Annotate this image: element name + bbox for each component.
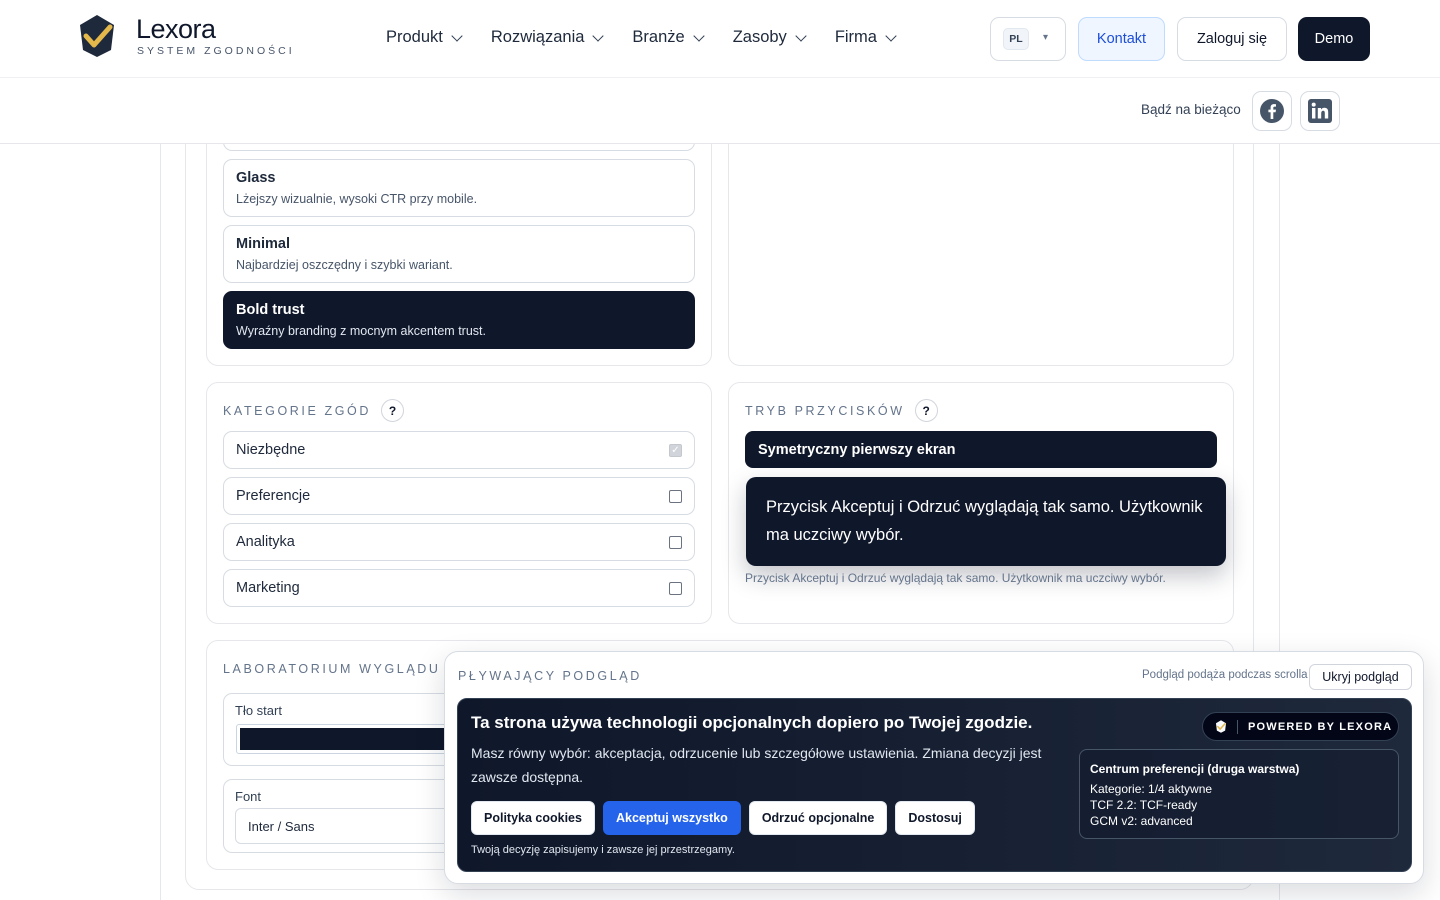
chevron-down-icon xyxy=(885,29,897,42)
floating-follow-note: Podgląd podąża podczas scrolla xyxy=(1142,669,1308,681)
language-select[interactable]: PL ▾ xyxy=(990,17,1066,61)
stay-updated-bar: Bądź na bieżąco xyxy=(0,78,1440,144)
customize-button[interactable]: Dostosuj xyxy=(895,801,975,835)
category-row-analytics[interactable]: Analityka xyxy=(223,523,695,561)
category-label: Analityka xyxy=(236,534,295,550)
facebook-icon xyxy=(1260,99,1284,123)
linkedin-button[interactable] xyxy=(1300,91,1340,131)
help-icon[interactable]: ? xyxy=(914,399,938,422)
badge-separator xyxy=(1237,719,1238,734)
category-label: Preferencje xyxy=(236,488,311,504)
style-option-desc: Najbardziej oszczędny i szybki wariant. xyxy=(236,258,453,272)
caret-down-icon: ▾ xyxy=(1043,32,1049,43)
style-option-title: Bold trust xyxy=(236,302,305,318)
bg-start-color-picker[interactable] xyxy=(236,724,456,754)
button-mode-tooltip: Przycisk Akceptuj i Odrzuć wyglądają tak… xyxy=(746,477,1226,566)
demo-button[interactable]: Demo xyxy=(1298,17,1370,61)
category-row-marketing[interactable]: Marketing xyxy=(223,569,695,607)
category-row-necessary[interactable]: Niezbędne ✓ xyxy=(223,431,695,469)
category-checkbox[interactable] xyxy=(669,581,682,595)
category-checkbox-locked: ✓ xyxy=(669,443,682,457)
categories-label-text: KATEGORIE ZGÓD xyxy=(223,403,371,418)
pref-title: Centrum preferencji (druga warstwa) xyxy=(1090,762,1300,776)
style-option-minimal[interactable]: Minimal Najbardziej oszczędny i szybki w… xyxy=(223,225,695,283)
pref-gcm: GCM v2: advanced xyxy=(1090,814,1193,828)
button-mode-label-text: TRYB PRZYCISKÓW xyxy=(745,403,905,418)
categories-label: KATEGORIE ZGÓD ? xyxy=(223,399,404,422)
reject-optional-button[interactable]: Odrzuć opcjonalne xyxy=(748,801,888,835)
font-select[interactable]: Inter / Sans xyxy=(235,808,455,844)
bg-start-label: Tło start xyxy=(235,703,282,718)
style-option-title: Minimal xyxy=(236,236,290,252)
category-label: Marketing xyxy=(236,580,300,596)
banner-note: Twoją decyzję zapisujemy i zawsze jej pr… xyxy=(471,844,735,856)
contact-button[interactable]: Kontakt xyxy=(1078,17,1165,61)
lab-label: LABORATORIUM WYGLĄDU ? xyxy=(223,657,474,680)
nav-label: Firma xyxy=(834,28,877,46)
banner-title: Ta strona używa technologii opcjonalnych… xyxy=(471,713,1033,732)
nav-item-solutions[interactable]: Rozwiązania xyxy=(490,28,605,47)
language-code: PL xyxy=(1003,28,1029,50)
category-checkbox[interactable] xyxy=(669,535,682,549)
lab-label-text: LABORATORIUM WYGLĄDU xyxy=(223,661,441,676)
powered-by-badge[interactable]: POWERED BY LEXORA xyxy=(1202,712,1399,741)
pref-tcf: TCF 2.2: TCF-ready xyxy=(1090,798,1198,812)
facebook-button[interactable] xyxy=(1252,91,1292,131)
banner-buttons: Polityka cookies Akceptuj wszystko Odrzu… xyxy=(471,801,975,835)
login-button[interactable]: Zaloguj się xyxy=(1177,17,1287,61)
style-option-desc: Lżejszy wizualnie, wysoki CTR przy mobil… xyxy=(236,192,478,206)
pref-categories: Kategorie: 1/4 aktywne xyxy=(1090,782,1213,796)
chevron-down-icon xyxy=(451,29,463,42)
floating-preview: PŁYWAJĄCY PODGLĄD Podgląd podąża podczas… xyxy=(444,651,1424,884)
brand-tagline: SYSTEM ZGODNOŚCI xyxy=(137,45,295,57)
banner-description: Masz równy wybór: akceptacja, odrzucenie… xyxy=(471,745,1042,785)
shield-logo-icon[interactable] xyxy=(78,14,116,58)
style-option-desc: Wyraźny branding z mocnym akcentem trust… xyxy=(236,324,486,338)
accept-all-button[interactable]: Akceptuj wszystko xyxy=(602,801,741,835)
shield-logo-icon xyxy=(1215,720,1227,733)
cookie-banner: Ta strona używa technologii opcjonalnych… xyxy=(457,698,1412,872)
help-icon[interactable]: ? xyxy=(380,399,404,422)
nav-item-product[interactable]: Produkt xyxy=(386,28,463,47)
stay-updated-text: Bądź na bieżąco xyxy=(1141,102,1241,117)
site-header: Lexora SYSTEM ZGODNOŚCI Produkt Rozwiąza… xyxy=(0,0,1440,78)
style-option-title: Glass xyxy=(236,170,276,186)
linkedin-icon xyxy=(1308,99,1332,123)
button-mode-label: TRYB PRZYCISKÓW ? xyxy=(745,399,938,422)
button-mode-note: Przycisk Akceptuj i Odrzuć wyglądają tak… xyxy=(745,571,1166,585)
brand-name[interactable]: Lexora xyxy=(136,14,216,45)
cookie-policy-button[interactable]: Polityka cookies xyxy=(471,801,595,835)
category-row-preferences[interactable]: Preferencje xyxy=(223,477,695,515)
chevron-down-icon xyxy=(795,29,807,42)
color-swatch-fill xyxy=(240,728,452,750)
preference-center-summary: Centrum preferencji (druga warstwa) Kate… xyxy=(1079,749,1399,839)
nav-item-industries[interactable]: Branże xyxy=(632,28,705,47)
nav-label: Rozwiązania xyxy=(490,28,585,46)
button-mode-select[interactable]: Symetryczny pierwszy ekran xyxy=(745,431,1217,468)
bg-start-field: Tło start xyxy=(223,693,463,766)
chevron-down-icon xyxy=(693,29,705,42)
nav-item-company[interactable]: Firma xyxy=(834,28,897,47)
main-nav: Produkt Rozwiązania Branże Zasoby Firma xyxy=(386,28,897,47)
nav-label: Zasoby xyxy=(732,28,787,46)
category-checkbox[interactable] xyxy=(669,489,682,503)
floating-preview-title: PŁYWAJĄCY PODGLĄD xyxy=(458,669,642,683)
font-field: Font Inter / Sans xyxy=(223,779,463,853)
page-rail-left xyxy=(160,143,161,900)
style-option-bold-trust[interactable]: Bold trust Wyraźny branding z mocnym akc… xyxy=(223,291,695,349)
nav-label: Produkt xyxy=(386,28,443,46)
style-option-glass[interactable]: Glass Lżejszy wizualnie, wysoki CTR przy… xyxy=(223,159,695,217)
category-label: Niezbędne xyxy=(236,442,306,458)
nav-item-resources[interactable]: Zasoby xyxy=(732,28,807,47)
chevron-down-icon xyxy=(592,29,605,42)
font-label: Font xyxy=(235,789,262,804)
powered-by-text: POWERED BY LEXORA xyxy=(1248,720,1393,733)
font-select-value: Inter / Sans xyxy=(248,818,315,834)
hide-preview-button[interactable]: Ukryj podgląd xyxy=(1309,664,1412,690)
nav-label: Branże xyxy=(632,28,685,46)
